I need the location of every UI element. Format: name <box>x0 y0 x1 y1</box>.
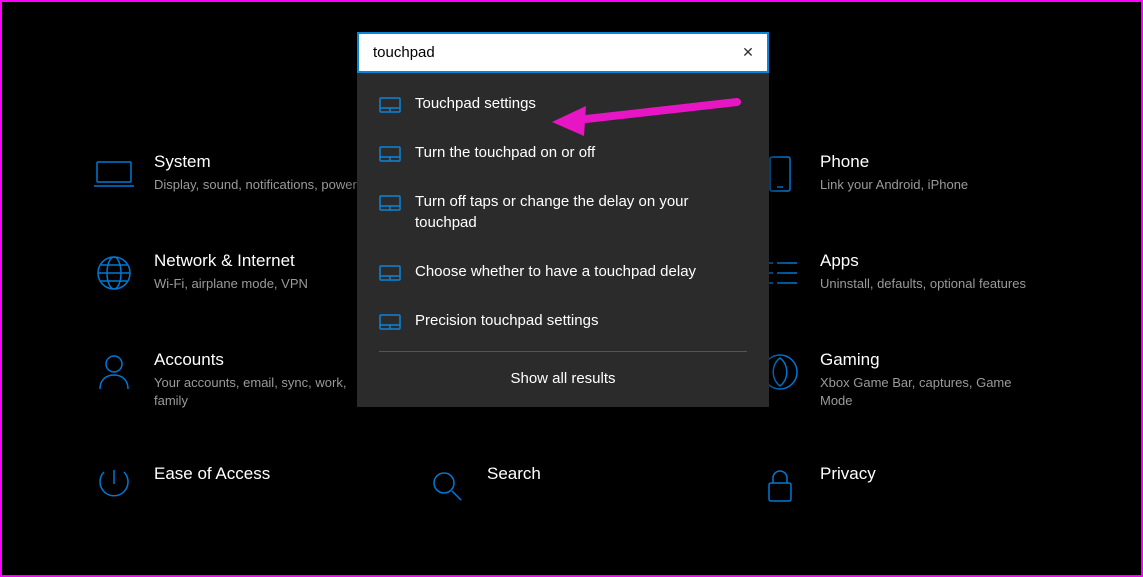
tile-title: Network & Internet <box>154 251 308 271</box>
tile-title: Apps <box>820 251 1026 271</box>
tile-desc: Wi-Fi, airplane mode, VPN <box>154 275 308 293</box>
tile-desc: Display, sound, notifications, power <box>154 176 357 194</box>
show-all-label: Show all results <box>510 370 615 387</box>
tile-system[interactable]: System Display, sound, notifications, po… <box>92 152 385 196</box>
ease-of-access-icon <box>92 464 136 508</box>
tile-ease-of-access[interactable]: Ease of Access <box>92 464 385 508</box>
touchpad-icon <box>379 194 401 212</box>
lock-icon <box>758 464 802 508</box>
person-icon <box>92 350 136 394</box>
system-icon <box>92 152 136 196</box>
search-result-label: Choose whether to have a touchpad delay <box>415 261 696 282</box>
tile-search[interactable]: Search <box>425 464 718 508</box>
globe-icon <box>92 251 136 295</box>
tile-gaming[interactable]: Gaming Xbox Game Bar, captures, Game Mod… <box>758 350 1051 409</box>
search-category-icon <box>425 464 469 508</box>
search-result[interactable]: Touchpad settings <box>357 79 769 128</box>
search-input-container: ✕ <box>357 32 769 73</box>
close-icon: ✕ <box>742 44 754 61</box>
show-all-results-button[interactable]: Show all results <box>357 352 769 407</box>
tile-title: Gaming <box>820 350 1030 370</box>
tile-title: Search <box>487 464 541 484</box>
search-result[interactable]: Choose whether to have a touchpad delay <box>357 247 769 296</box>
tile-accounts[interactable]: Accounts Your accounts, email, sync, wor… <box>92 350 385 409</box>
tile-apps[interactable]: Apps Uninstall, defaults, optional featu… <box>758 251 1051 295</box>
settings-search-dropdown: ✕ Touchpad settings Turn the touchpad on… <box>357 32 769 407</box>
tile-title: Phone <box>820 152 968 172</box>
touchpad-icon <box>379 96 401 114</box>
touchpad-icon <box>379 264 401 282</box>
search-result-label: Precision touchpad settings <box>415 310 598 331</box>
search-result[interactable]: Turn the touchpad on or off <box>357 128 769 177</box>
tile-title: Accounts <box>154 350 364 370</box>
tile-privacy[interactable]: Privacy <box>758 464 1051 508</box>
search-result[interactable]: Turn off taps or change the delay on you… <box>357 177 769 247</box>
touchpad-icon <box>379 313 401 331</box>
touchpad-icon <box>379 145 401 163</box>
search-result-label: Turn off taps or change the delay on you… <box>415 191 747 233</box>
search-result[interactable]: Precision touchpad settings <box>357 296 769 345</box>
tile-desc: Uninstall, defaults, optional features <box>820 275 1026 293</box>
tile-desc: Your accounts, email, sync, work, family <box>154 374 364 409</box>
clear-search-button[interactable]: ✕ <box>737 42 759 64</box>
tile-desc: Xbox Game Bar, captures, Game Mode <box>820 374 1030 409</box>
tile-title: System <box>154 152 357 172</box>
search-result-label: Turn the touchpad on or off <box>415 142 595 163</box>
tile-title: Privacy <box>820 464 876 484</box>
tile-phone[interactable]: Phone Link your Android, iPhone <box>758 152 1051 196</box>
tile-network[interactable]: Network & Internet Wi-Fi, airplane mode,… <box>92 251 385 295</box>
tile-title: Ease of Access <box>154 464 270 484</box>
search-result-label: Touchpad settings <box>415 93 536 114</box>
search-results-list: Touchpad settings Turn the touchpad on o… <box>357 73 769 407</box>
search-input[interactable] <box>359 34 767 71</box>
tile-desc: Link your Android, iPhone <box>820 176 968 194</box>
